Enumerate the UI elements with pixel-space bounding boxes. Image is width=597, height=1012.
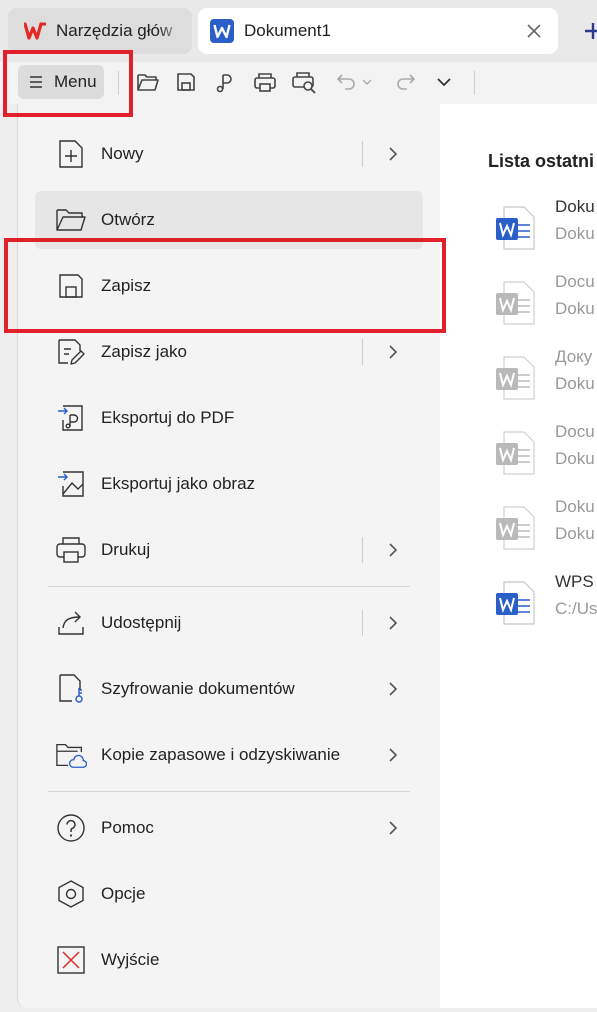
menu-item-label: Szyfrowanie dokumentów <box>101 679 295 698</box>
recent-item[interactable]: Docu Doku <box>488 272 597 332</box>
toolbar-separator <box>474 71 475 95</box>
more-chevron-icon[interactable] <box>431 69 457 95</box>
menu-item-export-pdf[interactable]: Eksportuj do PDF <box>35 389 423 447</box>
recent-item-name: WPS <box>555 572 594 591</box>
menu-item-export-image[interactable]: Eksportuj jako obraz <box>35 455 423 513</box>
tab-document-label: Dokument1 <box>244 21 331 40</box>
menu-item-label: Nowy <box>101 144 144 163</box>
recent-item-path: Doku <box>555 524 595 543</box>
save-icon[interactable] <box>173 69 199 95</box>
menu-item-exit[interactable]: Wyjście <box>35 931 423 989</box>
chevron-right-icon[interactable] <box>384 541 402 559</box>
recent-item-path: Doku <box>555 449 595 468</box>
save-icon <box>55 270 87 302</box>
word-file-icon <box>496 205 536 251</box>
recent-item[interactable]: Doku Doku <box>488 497 597 557</box>
chevron-right-icon[interactable] <box>384 680 402 698</box>
menu-button[interactable]: Menu <box>18 65 104 99</box>
open-folder-icon <box>55 204 87 236</box>
undo-icon[interactable] <box>334 69 360 95</box>
toolbar-separator <box>118 71 119 95</box>
menu-item-save[interactable]: Zapisz <box>35 257 423 315</box>
menu-divider <box>48 791 410 792</box>
menu-button-label: Menu <box>54 72 97 91</box>
file-menu-panel: Nowy Otwórz Zapisz Zapisz jako Eksportuj… <box>17 104 440 1008</box>
menu-item-share[interactable]: Udostępnij <box>35 594 423 652</box>
recent-item-name: Доку <box>555 347 593 366</box>
recent-item[interactable]: Doku Doku <box>488 197 597 257</box>
chevron-right-icon[interactable] <box>384 614 402 632</box>
menu-item-help[interactable]: Pomoc <box>35 799 423 857</box>
chevron-right-icon[interactable] <box>384 819 402 837</box>
recent-item[interactable]: WPS C:/Us <box>488 572 597 632</box>
backup-cloud-folder-icon <box>55 739 87 771</box>
new-document-icon <box>55 138 87 170</box>
menu-item-encryption[interactable]: Szyfrowanie dokumentów <box>35 660 423 718</box>
hamburger-icon <box>28 75 44 89</box>
tab-home[interactable]: Narzędzia głów <box>8 8 192 54</box>
recent-item[interactable]: Docu Doku <box>488 422 597 482</box>
menu-item-print[interactable]: Drukuj <box>35 521 423 579</box>
menu-item-label: Drukuj <box>101 540 151 559</box>
chevron-right-icon[interactable] <box>384 145 402 163</box>
open-folder-icon[interactable] <box>135 69 161 95</box>
recent-item-path: Doku <box>555 374 595 393</box>
help-icon <box>55 812 87 844</box>
redo-icon[interactable] <box>392 69 418 95</box>
toolbar: Menu <box>0 62 597 104</box>
new-tab-plus-icon[interactable] <box>578 14 597 48</box>
tab-bar: Narzędzia głów Dokument1 <box>0 0 597 62</box>
options-hexagon-icon <box>55 878 87 910</box>
recent-list-title: Lista ostatni <box>488 151 595 171</box>
export-pdf-icon <box>55 402 87 434</box>
recent-item-path: Doku <box>555 299 595 318</box>
chevron-right-icon[interactable] <box>384 343 402 361</box>
menu-item-label: Eksportuj do PDF <box>101 408 235 427</box>
menu-item-save-as[interactable]: Zapisz jako <box>35 323 423 381</box>
exit-icon <box>55 944 87 976</box>
recent-item[interactable]: Доку Doku <box>488 347 597 407</box>
tab-document[interactable]: Dokument1 <box>198 8 558 54</box>
chevron-right-icon[interactable] <box>384 746 402 764</box>
menu-item-label: Eksportuj jako obraz <box>101 474 256 493</box>
menu-item-label: Opcje <box>101 884 146 903</box>
menu-item-label: Pomoc <box>101 818 154 837</box>
share-icon <box>55 607 87 639</box>
menu-item-label: Otwórz <box>101 210 155 229</box>
word-file-icon <box>496 355 536 401</box>
menu-item-label: Zapisz <box>101 276 152 295</box>
encrypt-document-icon <box>55 673 87 705</box>
menu-item-label: Wyjście <box>101 950 160 969</box>
word-file-icon <box>496 430 536 476</box>
recent-item-name: Doku <box>555 197 595 216</box>
recent-item-name: Docu <box>555 272 595 291</box>
wps-logo-icon <box>24 22 46 40</box>
word-file-icon <box>496 505 536 551</box>
menu-item-label: Kopie zapasowe i odzyskiwanie <box>101 745 341 764</box>
tab-home-label: Narzędzia głów <box>56 21 173 40</box>
recent-item-path: C:/Us <box>555 599 597 618</box>
menu-item-backup[interactable]: Kopie zapasowe i odzyskiwanie <box>35 726 423 784</box>
word-doc-icon <box>210 19 234 43</box>
recent-item-path: Doku <box>555 224 595 243</box>
undo-dropdown-chevron-icon[interactable] <box>358 69 376 95</box>
menu-item-open[interactable]: Otwórz <box>35 191 423 249</box>
save-as-icon <box>55 336 87 368</box>
word-file-icon <box>496 580 536 626</box>
export-pdf-icon[interactable] <box>212 69 238 95</box>
menu-item-new[interactable]: Nowy <box>35 125 423 183</box>
recent-item-name: Doku <box>555 497 595 516</box>
menu-item-label: Zapisz jako <box>101 342 187 361</box>
recent-item-name: Docu <box>555 422 595 441</box>
print-preview-icon[interactable] <box>291 69 317 95</box>
print-icon[interactable] <box>252 69 278 95</box>
menu-item-options[interactable]: Opcje <box>35 865 423 923</box>
export-image-icon <box>55 468 87 500</box>
print-icon <box>55 534 87 566</box>
word-file-icon <box>496 280 536 326</box>
menu-item-label: Udostępnij <box>101 613 182 632</box>
close-tab-icon[interactable] <box>524 21 544 41</box>
menu-divider <box>48 586 410 587</box>
